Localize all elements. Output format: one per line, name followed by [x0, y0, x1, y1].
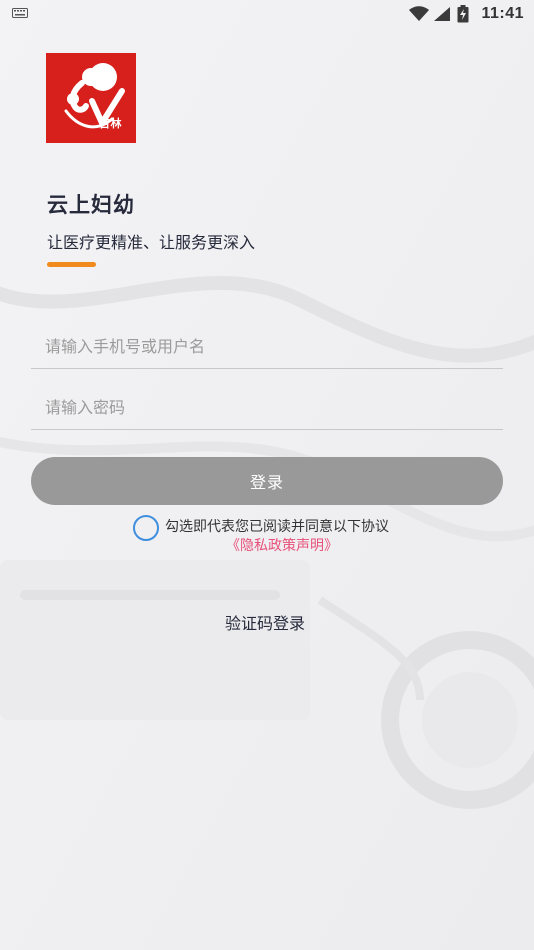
- phone-field: [31, 324, 503, 369]
- password-input[interactable]: [31, 385, 503, 429]
- sms-code-login-link[interactable]: 验证码登录: [225, 610, 305, 634]
- wifi-icon: [409, 6, 430, 21]
- app-title: 云上妇幼: [47, 193, 135, 217]
- signal-icon: [434, 7, 451, 21]
- privacy-policy-link[interactable]: 《隐私政策声明》: [226, 535, 338, 555]
- password-field: [31, 385, 503, 430]
- agreement-text: 勾选即代表您已阅读并同意以下协议: [165, 519, 389, 535]
- app-logo: 吉林: [46, 53, 136, 143]
- login-button[interactable]: 登录: [31, 457, 503, 505]
- app-slogan: 让医疗更精准、让服务更深入: [47, 233, 256, 252]
- agreement-checkbox[interactable]: [133, 515, 159, 541]
- status-bar: 11:41: [0, 0, 534, 28]
- keyboard-icon: [12, 8, 28, 18]
- logo-badge-text: 吉林: [99, 117, 122, 130]
- mother-baby-logo-icon: [64, 63, 125, 129]
- status-icons: 11:41: [409, 4, 524, 24]
- phone-input[interactable]: [31, 324, 503, 368]
- title-accent-bar: [47, 262, 96, 267]
- status-time: 11:41: [481, 5, 524, 22]
- battery-charging-icon: [457, 5, 469, 23]
